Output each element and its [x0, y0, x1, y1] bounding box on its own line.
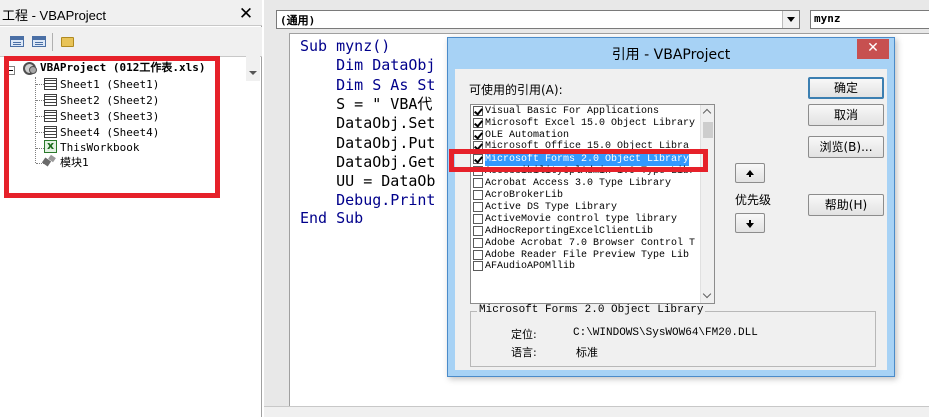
code-line[interactable]: S = " VBA代	[300, 95, 432, 114]
language-label: 语言:	[511, 346, 537, 359]
reference-item[interactable]: Microsoft Excel 15.0 Object Library	[473, 118, 701, 130]
annotation-highlight-box	[449, 149, 708, 172]
code-line[interactable]: DataObj.Set	[300, 114, 435, 133]
references-dialog: 引用 - VBAProject ✕ 可使用的引用(A): Visual Basi…	[447, 37, 895, 377]
reference-item[interactable]: ActiveMovie control type library	[473, 214, 701, 226]
reference-label: Active DS Type Library	[485, 202, 618, 213]
checkbox[interactable]	[473, 226, 483, 236]
procedure-dropdown[interactable]: mynz	[810, 10, 929, 29]
location-value: C:\WINDOWS\SysWOW64\FM20.DLL	[573, 327, 758, 339]
code-line[interactable]: DataObj.Put	[300, 134, 435, 153]
procedure-dropdown-value: mynz	[814, 12, 841, 25]
checkbox[interactable]	[473, 261, 483, 271]
checkbox[interactable]	[473, 118, 483, 128]
arrow-down-icon	[746, 220, 754, 228]
code-line[interactable]: End Sub	[300, 209, 363, 228]
code-line[interactable]: UU = DataOb	[300, 172, 435, 191]
horizontal-scrollbar[interactable]	[264, 406, 929, 417]
language-value: 标准	[576, 346, 598, 359]
object-dropdown[interactable]: (通用)	[276, 10, 800, 29]
arrow-up-icon	[746, 170, 754, 177]
object-dropdown-value: (通用)	[280, 14, 316, 27]
checkbox[interactable]	[473, 202, 483, 212]
cancel-button[interactable]: 取消	[808, 104, 884, 126]
checkbox[interactable]	[473, 190, 483, 200]
code-line[interactable]: Dim S As St	[300, 76, 435, 95]
reference-info-title: Microsoft Forms 2.0 Object Library	[477, 304, 706, 316]
checkbox[interactable]	[473, 250, 483, 260]
reference-item[interactable]: Active DS Type Library	[473, 202, 701, 214]
priority-down-button[interactable]	[735, 213, 765, 233]
priority-up-button[interactable]	[735, 163, 765, 183]
ok-button[interactable]: 确定	[808, 77, 884, 99]
dialog-title: 引用 - VBAProject	[611, 47, 731, 63]
reference-item[interactable]: Acrobat Access 3.0 Type Library	[473, 178, 701, 190]
help-button[interactable]: 帮助(H)	[808, 194, 884, 216]
reference-item[interactable]: AcroBrokerLib	[473, 190, 701, 202]
reference-item[interactable]: Adobe Acrobat 7.0 Browser Control T	[473, 238, 701, 250]
view-code-icon[interactable]	[8, 34, 26, 50]
view-object-icon[interactable]	[30, 34, 48, 50]
code-line[interactable]: Sub mynz()	[300, 37, 390, 56]
browse-button[interactable]: 浏览(B)...	[808, 136, 884, 158]
code-line[interactable]: Dim DataObj	[300, 56, 435, 75]
toggle-folders-icon[interactable]	[58, 34, 76, 50]
reference-item[interactable]: AdHocReportingExcelClientLib	[473, 226, 701, 238]
location-label: 定位:	[511, 328, 537, 341]
reference-label: AcroBrokerLib	[485, 190, 564, 201]
close-icon[interactable]: ✕	[236, 6, 256, 23]
reference-label: ActiveMovie control type library	[485, 214, 678, 225]
checkbox[interactable]	[473, 238, 483, 248]
close-icon[interactable]: ✕	[857, 39, 889, 59]
project-explorer-titlebar: 工程 - VBAProject ✕	[0, 0, 262, 26]
reference-info-group: Microsoft Forms 2.0 Object Library 定位: C…	[470, 304, 876, 367]
project-explorer-title: 工程 - VBAProject	[2, 8, 107, 23]
references-scrollbar[interactable]	[700, 105, 714, 303]
reference-label: Adobe Acrobat 7.0 Browser Control T	[485, 238, 696, 249]
reference-label: AdHocReportingExcelClientLib	[485, 226, 654, 237]
checkbox[interactable]	[473, 178, 483, 188]
dialog-titlebar[interactable]: 引用 - VBAProject ✕	[448, 38, 894, 69]
code-line[interactable]: Debug.Print	[300, 191, 435, 210]
references-list[interactable]: Visual Basic For Applications Microsoft …	[470, 104, 715, 304]
code-line[interactable]: DataObj.Get	[300, 153, 435, 172]
toolbar-separator	[52, 33, 53, 51]
reference-label: Acrobat Access 3.0 Type Library	[485, 178, 672, 189]
reference-item[interactable]: AFAudioAPOMllib	[473, 261, 701, 273]
available-references-label: 可使用的引用(A):	[469, 83, 563, 97]
dialog-body: 可使用的引用(A): Visual Basic For Applications…	[455, 69, 887, 370]
reference-item[interactable]: Visual Basic For Applications	[473, 106, 701, 118]
reference-label: Visual Basic For Applications	[485, 106, 660, 117]
chevron-down-icon[interactable]	[782, 11, 799, 28]
scroll-up-icon[interactable]	[701, 105, 714, 120]
panel-scroll-arrow[interactable]	[246, 55, 260, 81]
scroll-thumb[interactable]	[703, 122, 713, 138]
annotation-highlight-box	[4, 56, 220, 198]
reference-label: AFAudioAPOMllib	[485, 261, 576, 272]
reference-label: Microsoft Excel 15.0 Object Library	[485, 118, 696, 129]
checkbox[interactable]	[473, 106, 483, 116]
code-margin	[269, 33, 289, 406]
scroll-down-icon[interactable]	[701, 288, 714, 303]
project-explorer-toolbar	[0, 27, 262, 81]
checkbox[interactable]	[473, 130, 483, 140]
priority-label: 优先级	[735, 193, 772, 207]
checkbox[interactable]	[473, 214, 483, 224]
